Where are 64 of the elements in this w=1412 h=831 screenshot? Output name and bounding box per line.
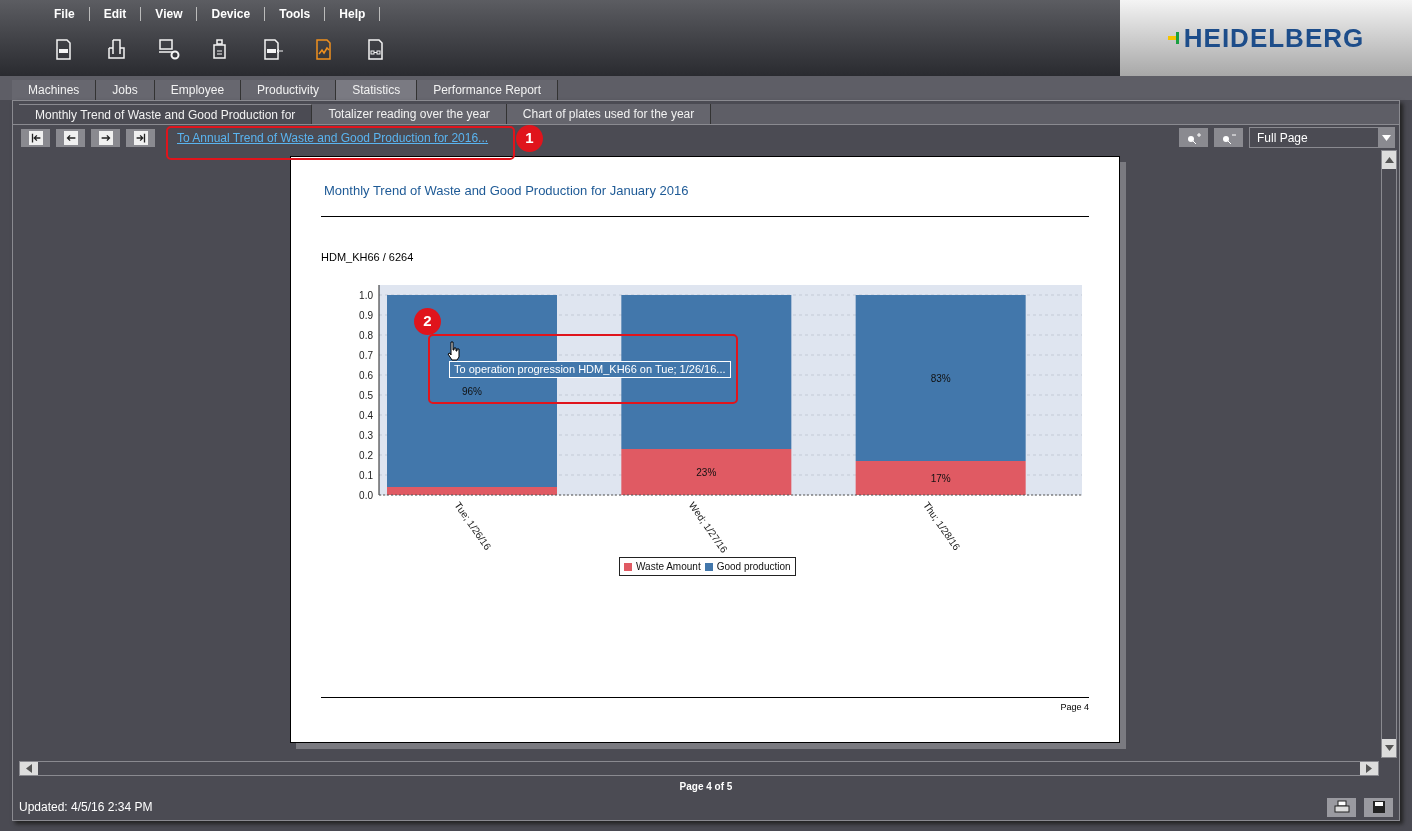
scroll-down-icon	[1384, 745, 1394, 751]
zoom-select[interactable]: Full Page	[1249, 127, 1395, 148]
tab[interactable]: Jobs	[96, 80, 155, 100]
scroll-right-icon	[1366, 764, 1372, 773]
page-indicator: Page 4 of 5	[678, 780, 734, 794]
value-label: 96%	[462, 386, 482, 397]
value-label: 83%	[930, 373, 951, 384]
status-text: Updated: 4/5/16 2:34 PM	[19, 799, 154, 816]
logo: HEIDELBERG	[1183, 25, 1365, 51]
value-label: 23%	[696, 467, 717, 478]
scroll-left-icon	[26, 764, 32, 773]
tab[interactable]: Productivity	[241, 80, 337, 100]
zoom-in-button[interactable]	[1179, 128, 1208, 147]
y-tick-label: 0.6	[359, 370, 373, 381]
tab[interactable]: Performance Report	[417, 80, 559, 100]
page-footer: Page 4	[1060, 701, 1089, 715]
value-label: 17%	[930, 473, 951, 484]
report-tab[interactable]: Monthly Trend of Waste and Good Production for	[19, 104, 313, 124]
tab[interactable]: Machines	[12, 80, 97, 100]
dropdown-arrow-icon	[1381, 134, 1391, 141]
y-tick-label: 1.0	[359, 290, 373, 301]
y-tick-label: 0.5	[359, 390, 373, 401]
y-tick-label: 0.2	[359, 450, 373, 461]
save-button[interactable]	[1364, 797, 1393, 817]
print-button[interactable]	[1327, 797, 1356, 817]
zoom-in-icon	[1185, 130, 1202, 145]
y-tick-label: 0.8	[359, 330, 373, 341]
machine-label: HDM_KH66 / 6264	[321, 249, 415, 265]
next-page-button[interactable]	[91, 128, 120, 147]
last-page-button[interactable]	[126, 128, 155, 147]
y-tick-label: 0.3	[359, 430, 373, 441]
previous-page-button[interactable]	[56, 128, 85, 147]
y-tick-label: 0.9	[359, 310, 373, 321]
report-link[interactable]: To Annual Trend of Waste and Good Production for 2016...	[177, 128, 489, 147]
menu-item[interactable]: View	[141, 5, 197, 23]
y-tick-label: 0.1	[359, 470, 373, 481]
print-icon	[1333, 800, 1350, 814]
hand-cursor-icon	[447, 341, 461, 361]
menu-item[interactable]: Tools	[265, 5, 325, 23]
legend-swatch	[704, 562, 713, 571]
menu-item[interactable]: File	[40, 5, 89, 23]
tab[interactable]: Statistics	[336, 80, 418, 100]
chart-tooltip: To operation progression HDM_KH66 on Tue; 1/26/16...	[449, 361, 731, 378]
toolbar-button[interactable]	[156, 36, 182, 62]
report-tab[interactable]: Totalizer reading over the year	[312, 104, 507, 124]
first-page-button[interactable]	[21, 128, 50, 147]
tab[interactable]: Employee	[154, 80, 242, 100]
menu-item[interactable]: Edit	[89, 5, 141, 23]
legend-label: Waste Amount	[636, 560, 701, 574]
y-tick-label: 0.4	[359, 410, 373, 421]
menu-item[interactable]: Device	[197, 5, 265, 23]
zoom-out-button[interactable]	[1214, 128, 1243, 147]
report-tab[interactable]: Chart of plates used for the year	[506, 104, 712, 124]
legend-label: Good production	[716, 560, 791, 574]
report-title: Monthly Trend of Waste and Good Production for January 2016	[324, 182, 690, 200]
save-icon	[1371, 800, 1386, 814]
menu-item[interactable]: Help	[325, 5, 380, 23]
vertical-scrollbar[interactable]	[1381, 150, 1397, 758]
y-tick-label: 0.7	[359, 350, 373, 361]
logo-mark-icon	[1167, 32, 1182, 44]
horizontal-scrollbar[interactable]	[19, 761, 1379, 776]
legend-swatch	[624, 562, 632, 571]
scroll-up-icon	[1384, 157, 1394, 163]
y-tick-label: 0.0	[359, 490, 373, 501]
